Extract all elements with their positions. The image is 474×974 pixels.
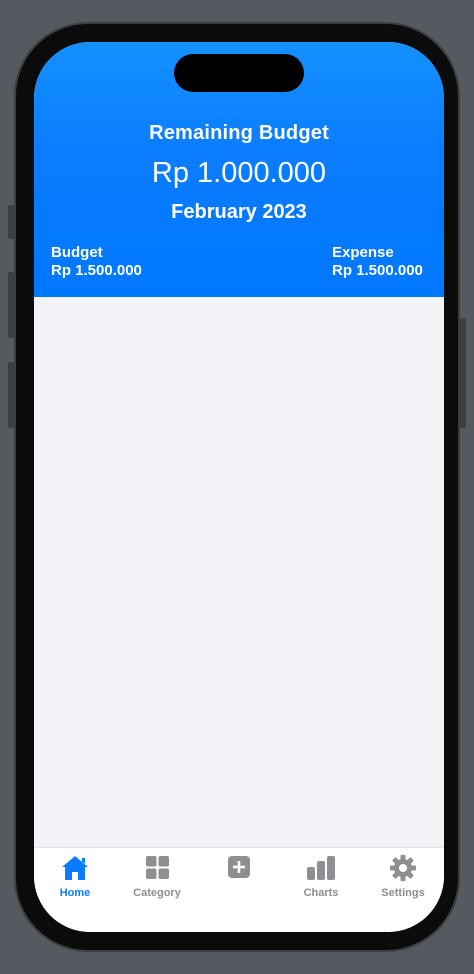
grid-icon <box>146 856 169 879</box>
tab-category-label: Category <box>133 887 181 899</box>
tab-home[interactable]: Home <box>34 854 116 904</box>
tab-settings-label: Settings <box>381 887 425 899</box>
gear-icon <box>390 855 416 881</box>
action-button <box>8 205 14 239</box>
tab-category[interactable]: Category <box>116 854 198 904</box>
tab-home-label: Home <box>59 887 91 899</box>
main-content[interactable] <box>34 297 444 847</box>
dynamic-island <box>174 54 304 92</box>
bar-chart-icon <box>307 856 335 880</box>
expense-value: Rp 1.500.000 <box>332 262 423 279</box>
budget-label: Budget <box>51 244 103 261</box>
volume-down-button <box>8 362 14 428</box>
volume-up-button <box>8 272 14 338</box>
tab-charts-label: Charts <box>303 887 339 899</box>
budget-period: February 2023 <box>171 201 307 223</box>
tab-charts[interactable]: Charts <box>280 854 362 904</box>
expense-label: Expense <box>332 244 394 261</box>
home-icon <box>62 856 88 880</box>
budget-value: Rp 1.500.000 <box>51 262 142 279</box>
tab-add[interactable] <box>198 854 280 904</box>
remaining-budget-title: Remaining Budget <box>149 122 329 144</box>
power-button <box>460 318 466 428</box>
plus-square-icon <box>228 856 250 878</box>
remaining-budget-amount: Rp 1.000.000 <box>151 157 327 189</box>
expense-summary: Expense Rp 1.500.000 <box>332 244 423 280</box>
tab-settings[interactable]: Settings <box>362 854 444 904</box>
app-screen: Remaining Budget Rp 1.000.000 February 2… <box>34 42 444 932</box>
tab-bar: Home Category Charts Settings <box>34 847 444 932</box>
budget-summary: Budget Rp 1.500.000 <box>51 244 142 280</box>
